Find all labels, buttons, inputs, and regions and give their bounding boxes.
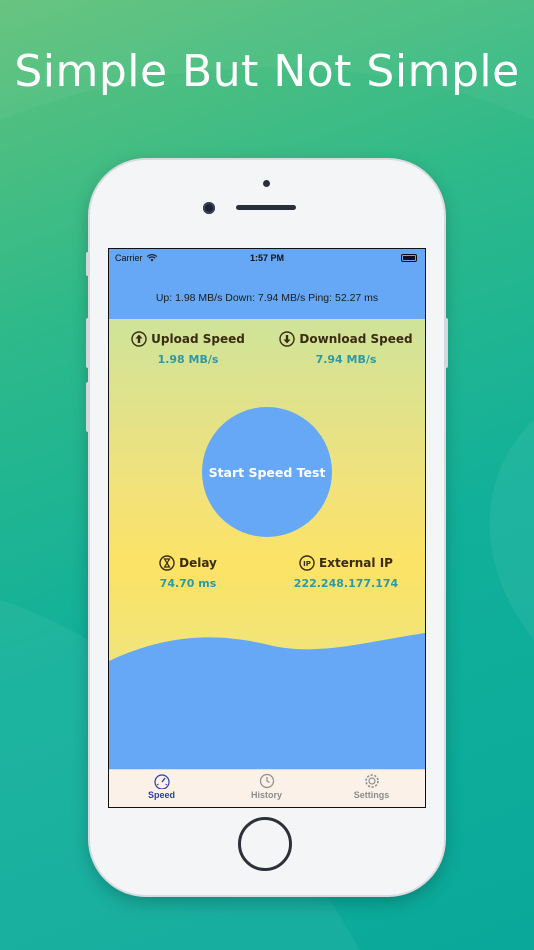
delay-value: 74.70 ms — [159, 577, 217, 590]
external-ip-metric: IP External IP 222.248.177.174 — [267, 555, 425, 590]
tab-settings-label: Settings — [353, 790, 390, 800]
app-screen: Carrier 1:57 PM Up: 1.98 MB/s Down: 7.94… — [108, 248, 426, 808]
ip-icon: IP — [299, 555, 315, 571]
tab-settings[interactable]: Settings — [319, 773, 424, 800]
headline: Simple But Not Simple — [14, 46, 520, 97]
upload-value: 1.98 MB/s — [157, 353, 219, 366]
speed-summary: Up: 1.98 MB/s Down: 7.94 MB/s Ping: 52.2… — [109, 269, 425, 319]
tab-history-label: History — [250, 790, 282, 800]
delay-title: Delay — [109, 555, 267, 571]
volume-up-button — [86, 318, 90, 368]
gear-icon — [364, 774, 379, 788]
power-button — [444, 318, 448, 368]
upload-title: Upload Speed — [109, 331, 267, 347]
download-title: Download Speed — [267, 331, 425, 347]
mute-switch — [86, 252, 90, 276]
status-bar: Carrier 1:57 PM — [109, 249, 425, 269]
external-ip-title: IP External IP — [267, 555, 425, 571]
delay-metric: Delay 74.70 ms — [109, 555, 267, 590]
water-wave — [109, 633, 425, 769]
home-button[interactable] — [238, 817, 292, 871]
upload-metric: Upload Speed 1.98 MB/s — [109, 331, 267, 366]
front-camera — [203, 202, 215, 214]
earpiece-speaker — [236, 205, 296, 210]
clock-icon — [259, 773, 274, 789]
start-speed-test-button[interactable]: Start Speed Test — [202, 407, 332, 537]
delay-label: Delay — [179, 556, 217, 570]
download-arrow-icon — [279, 331, 296, 347]
download-metric: Download Speed 7.94 MB/s — [267, 331, 425, 366]
tab-history[interactable]: History — [214, 773, 319, 800]
download-value: 7.94 MB/s — [315, 353, 377, 366]
proximity-sensor — [263, 180, 270, 187]
upload-arrow-icon — [131, 331, 147, 347]
download-label: Download Speed — [299, 332, 413, 346]
external-ip-value: 222.248.177.174 — [293, 577, 399, 590]
external-ip-label: External IP — [319, 556, 393, 570]
speedometer-icon — [153, 774, 170, 789]
battery-icon — [401, 254, 417, 262]
tab-speed-label: Speed — [147, 790, 175, 800]
volume-down-button — [86, 382, 90, 432]
hourglass-icon — [159, 555, 175, 571]
tab-bar: Speed History Settings — [109, 769, 425, 807]
upload-label: Upload Speed — [151, 332, 245, 346]
svg-text:IP: IP — [303, 560, 311, 568]
status-time: 1:57 PM — [249, 253, 284, 263]
tab-speed[interactable]: Speed — [109, 773, 214, 800]
phone-frame: Carrier 1:57 PM Up: 1.98 MB/s Down: 7.94… — [86, 160, 448, 895]
